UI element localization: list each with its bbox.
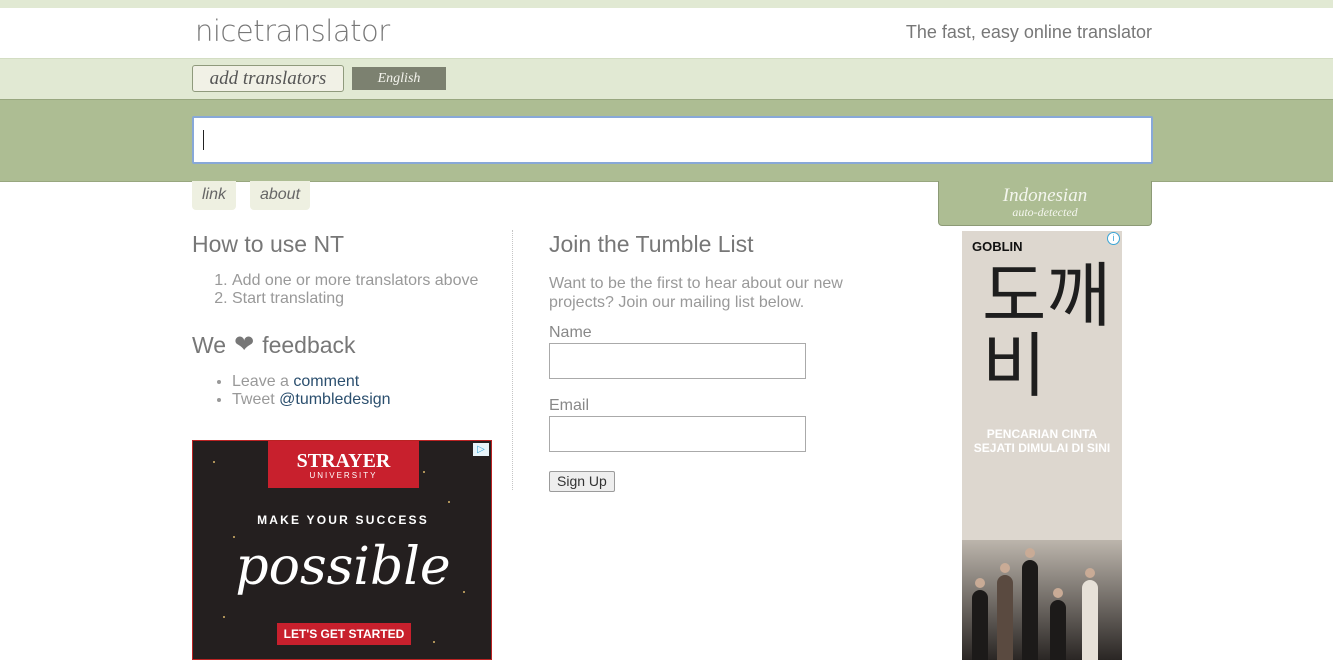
language-english-button[interactable]: English <box>352 67 446 90</box>
cast-figure <box>1082 580 1098 660</box>
cast-figure <box>997 575 1013 660</box>
add-translators-button[interactable]: add translators <box>192 65 344 92</box>
ad-headline: MAKE YOUR SUCCESS <box>257 513 429 527</box>
detected-language: Indonesian <box>1002 185 1088 206</box>
cast-figure <box>1022 560 1038 660</box>
feedback-title-pre: We <box>192 332 227 358</box>
goblin-ad[interactable]: GOBLIN i 도깨비 PENCARIAN CINTA SEJATI DIMU… <box>962 231 1122 660</box>
email-field[interactable] <box>549 416 806 452</box>
email-label: Email <box>549 397 590 414</box>
auto-detected-note: auto-detected <box>1012 205 1078 219</box>
strayer-brand: STRAYER <box>296 450 391 472</box>
cast-head <box>1053 588 1063 598</box>
cast-head <box>1000 563 1010 573</box>
cast-head <box>1025 548 1035 558</box>
feedback-list: Leave a comment Tweet @tumbledesign <box>232 373 502 409</box>
goblin-tagline-line2: SEJATI DIMULAI DI SINI <box>973 441 1111 455</box>
tumble-title: Join the Tumble List <box>549 231 754 257</box>
goblin-calligraphy: 도깨비 <box>982 255 1111 407</box>
feedback-item-prefix: Leave a <box>232 373 289 390</box>
how-to-column: How to use NT Add one or more translator… <box>192 230 502 409</box>
how-to-steps: Add one or more translators above Start … <box>232 272 502 308</box>
twitter-link[interactable]: @tumbledesign <box>279 391 390 408</box>
strayer-sub: UNIVERSITY <box>309 471 378 480</box>
search-band <box>0 99 1333 182</box>
cast-figure <box>972 590 988 660</box>
star-dot <box>448 501 450 503</box>
cast-head <box>1085 568 1095 578</box>
translate-input[interactable] <box>192 116 1153 164</box>
heart-icon: ❤ <box>234 331 255 358</box>
tumble-intro: Want to be the first to hear about our n… <box>549 275 843 311</box>
feedback-item-prefix: Tweet <box>232 391 275 408</box>
feedback-title: We ❤ feedback <box>192 331 502 359</box>
cast-photo <box>962 540 1122 660</box>
feedback-item: Tweet @tumbledesign <box>232 391 502 409</box>
strayer-ad[interactable]: STRAYER UNIVERSITY MAKE YOUR SUCCESS pos… <box>192 440 492 660</box>
name-field[interactable] <box>549 343 806 379</box>
ad-script-text: possible <box>235 537 451 597</box>
cast-figure <box>1050 600 1066 660</box>
tumble-list-column: Join the Tumble List Want to be the firs… <box>549 230 869 492</box>
detected-language-panel: Indonesian auto-detected <box>938 181 1152 226</box>
strayer-logo: STRAYER UNIVERSITY <box>268 441 419 488</box>
tab-about[interactable]: about <box>250 181 310 210</box>
site-tagline: The fast, easy online translator <box>905 22 1152 42</box>
star-dot <box>423 471 425 473</box>
feedback-item: Leave a comment <box>232 373 502 391</box>
star-dot <box>213 461 215 463</box>
translator-toolbar: add translators English <box>0 58 1333 99</box>
sign-up-button[interactable]: Sign Up <box>549 471 615 492</box>
name-label: Name <box>549 324 592 341</box>
site-logo[interactable]: nicetranslator <box>195 14 390 48</box>
step-item: Add one or more translators above <box>232 272 502 290</box>
column-divider <box>512 230 513 490</box>
cast-head <box>975 578 985 588</box>
goblin-tagline: PENCARIAN CINTA SEJATI DIMULAI DI SINI <box>962 427 1122 455</box>
how-to-title: How to use NT <box>192 231 345 257</box>
adchoices-icon[interactable]: ▷ <box>473 443 489 456</box>
star-dot <box>223 616 225 618</box>
goblin-brand: GOBLIN <box>972 239 1023 254</box>
top-strip <box>0 0 1333 8</box>
star-dot <box>433 641 435 643</box>
ad-cta-button[interactable]: LET'S GET STARTED <box>277 623 411 645</box>
feedback-title-post: feedback <box>262 332 356 358</box>
text-caret <box>203 130 204 150</box>
goblin-tagline-line1: PENCARIAN CINTA <box>986 427 1098 441</box>
tab-link[interactable]: link <box>192 181 236 210</box>
comment-link[interactable]: comment <box>293 373 359 390</box>
ad-info-icon[interactable]: i <box>1107 232 1120 245</box>
step-item: Start translating <box>232 290 502 308</box>
